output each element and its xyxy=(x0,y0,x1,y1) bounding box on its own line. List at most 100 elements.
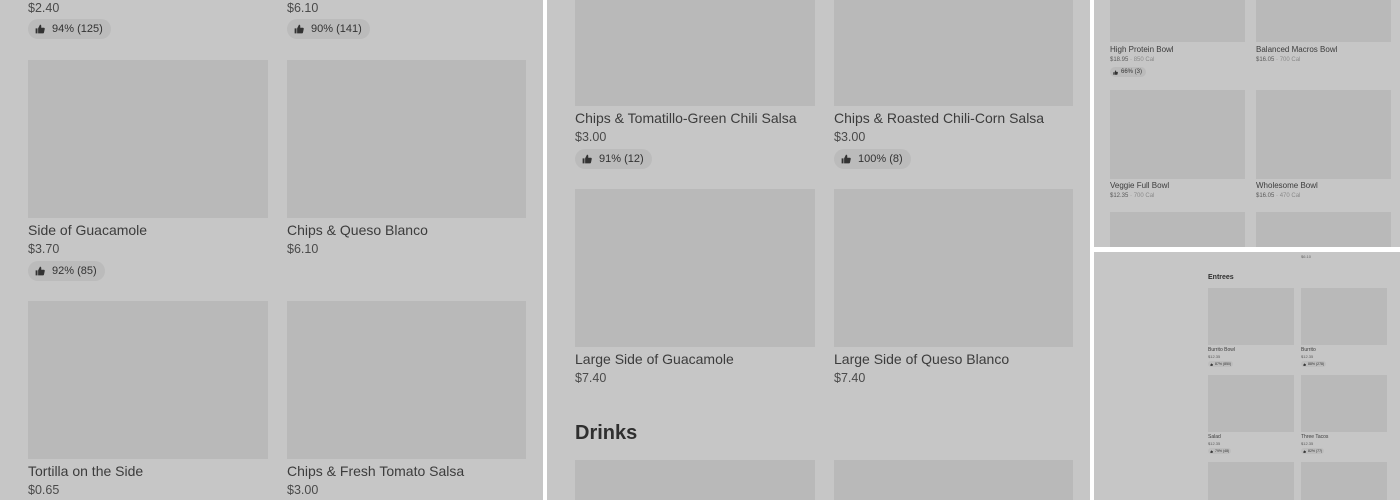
rating-text: 79% (48) xyxy=(1215,449,1230,453)
item-name[interactable]: Burrito Bowl xyxy=(1208,347,1235,353)
item-price: $12.35 · 700 Cal xyxy=(1110,193,1154,199)
item-name[interactable]: Large Side of Queso Blanco xyxy=(834,351,1009,367)
item-price: $16.05 · 700 Cal xyxy=(1256,57,1300,63)
item-image[interactable] xyxy=(834,189,1073,347)
rating-badge: 90% (141) xyxy=(287,19,370,39)
item-name[interactable]: Balanced Macros Bowl xyxy=(1256,45,1337,54)
rating-badge: 82% (77) xyxy=(1301,448,1325,454)
calories: 700 Cal xyxy=(1133,193,1155,199)
item-price: $12.35 xyxy=(1208,441,1221,446)
item-image[interactable] xyxy=(1301,462,1387,500)
thumbs-up-icon xyxy=(841,154,851,164)
calories: 470 Cal xyxy=(1279,193,1301,199)
item-image[interactable] xyxy=(1208,288,1294,345)
item-price: $6.10 xyxy=(287,1,319,15)
item-name[interactable]: Veggie Full Bowl xyxy=(1110,181,1169,190)
price-value: $12.35 xyxy=(1110,193,1129,199)
item-image[interactable] xyxy=(834,0,1073,106)
rating-badge: 92% (85) xyxy=(28,261,105,281)
item-image[interactable] xyxy=(834,460,1073,500)
item-image[interactable] xyxy=(28,60,268,218)
rating-badge: 88% (278) xyxy=(1301,361,1327,367)
item-image[interactable] xyxy=(575,0,815,106)
item-price: $3.00 xyxy=(834,130,866,144)
item-image[interactable] xyxy=(1301,375,1387,432)
rating-text: 87% (850) xyxy=(1215,362,1232,366)
item-price: $3.70 xyxy=(28,242,60,256)
thumbs-up-icon xyxy=(1210,363,1213,366)
item-image[interactable] xyxy=(1256,212,1391,247)
rating-text: 94% (125) xyxy=(52,23,103,35)
item-price: $16.05 · 470 Cal xyxy=(1256,193,1300,199)
rating-text: 91% (12) xyxy=(599,153,644,165)
item-name[interactable]: Three Tacos xyxy=(1301,434,1328,440)
price-value: $16.05 xyxy=(1256,193,1275,199)
menu-panel-sides: $2.40 $6.10 94% (125) 90% (141) Side of … xyxy=(0,0,543,500)
item-price: $3.00 xyxy=(287,483,319,497)
item-name[interactable]: Chips & Tomatillo-Green Chili Salsa xyxy=(575,110,797,126)
rating-badge: 91% (12) xyxy=(575,149,652,169)
rating-badge: 79% (48) xyxy=(1208,448,1232,454)
price-value: $18.95 xyxy=(1110,57,1129,63)
item-price: $0.65 xyxy=(28,483,60,497)
item-image[interactable] xyxy=(1256,90,1391,179)
item-image[interactable] xyxy=(287,301,526,459)
calories: 850 Cal xyxy=(1133,57,1155,63)
price-value: $16.05 xyxy=(1256,57,1275,63)
rating-badge: 94% (125) xyxy=(28,19,111,39)
item-name[interactable]: Large Side of Guacamole xyxy=(575,351,734,367)
rating-text: 100% (8) xyxy=(858,153,903,165)
rating-badge: 66% (3) xyxy=(1110,67,1147,77)
thumbs-up-icon xyxy=(1210,450,1213,453)
rating-badge: 87% (850) xyxy=(1208,361,1234,367)
item-price: $2.40 xyxy=(28,1,60,15)
item-image[interactable] xyxy=(1110,212,1245,247)
item-price: $12.35 xyxy=(1301,441,1314,446)
section-heading-entrees: Entrees xyxy=(1208,274,1234,281)
item-image[interactable] xyxy=(28,301,268,459)
item-name[interactable]: Chips & Queso Blanco xyxy=(287,222,428,238)
item-price: $3.00 xyxy=(575,130,607,144)
item-image[interactable] xyxy=(1110,90,1245,179)
item-name[interactable]: Chips & Fresh Tomato Salsa xyxy=(287,463,464,479)
thumbs-up-icon xyxy=(35,266,45,276)
item-image[interactable] xyxy=(1110,0,1245,42)
thumbs-up-icon xyxy=(582,154,592,164)
item-name[interactable]: Wholesome Bowl xyxy=(1256,181,1318,190)
rating-text: 90% (141) xyxy=(311,23,362,35)
thumbs-up-icon xyxy=(1113,70,1118,75)
item-price: $7.40 xyxy=(575,371,607,385)
item-image[interactable] xyxy=(1208,375,1294,432)
rating-text: 66% (3) xyxy=(1121,69,1143,75)
rating-text: 92% (85) xyxy=(52,265,97,277)
item-price: $6.10 xyxy=(287,242,319,256)
rating-text: 88% (278) xyxy=(1308,362,1325,366)
item-price: $12.35 xyxy=(1208,354,1221,359)
item-name[interactable]: Burrito xyxy=(1301,347,1316,353)
item-name[interactable]: Tortilla on the Side xyxy=(28,463,143,479)
item-price: $12.35 xyxy=(1301,354,1314,359)
item-price-fragment: $6.10 xyxy=(1301,254,1312,259)
item-name[interactable]: Salad xyxy=(1208,434,1221,440)
menu-panel-bowls: High Protein Bowl $18.95 · 850 Cal 66% (… xyxy=(1094,0,1400,247)
item-image[interactable] xyxy=(1208,462,1294,500)
section-heading-drinks: Drinks xyxy=(575,422,638,444)
item-name[interactable]: High Protein Bowl xyxy=(1110,45,1174,54)
thumbs-up-icon xyxy=(1303,450,1306,453)
item-image[interactable] xyxy=(287,60,526,218)
item-price: $7.40 xyxy=(834,371,866,385)
item-image[interactable] xyxy=(575,189,815,347)
item-name[interactable]: Side of Guacamole xyxy=(28,222,147,238)
thumbs-up-icon xyxy=(294,24,304,34)
item-name[interactable]: Chips & Roasted Chili-Corn Salsa xyxy=(834,110,1044,126)
rating-text: 82% (77) xyxy=(1308,449,1323,453)
thumbs-up-icon xyxy=(35,24,45,34)
thumbs-up-icon xyxy=(1303,363,1306,366)
menu-panel-entrees: $6.10 Entrees Burrito Bowl $12.35 87% (8… xyxy=(1094,252,1400,500)
item-image[interactable] xyxy=(1301,288,1387,345)
item-image[interactable] xyxy=(1256,0,1391,42)
item-price: $18.95 · 850 Cal xyxy=(1110,57,1154,63)
rating-badge: 100% (8) xyxy=(834,149,911,169)
menu-panel-salsas: Chips & Tomatillo-Green Chili Salsa $3.0… xyxy=(547,0,1090,500)
item-image[interactable] xyxy=(575,460,815,500)
